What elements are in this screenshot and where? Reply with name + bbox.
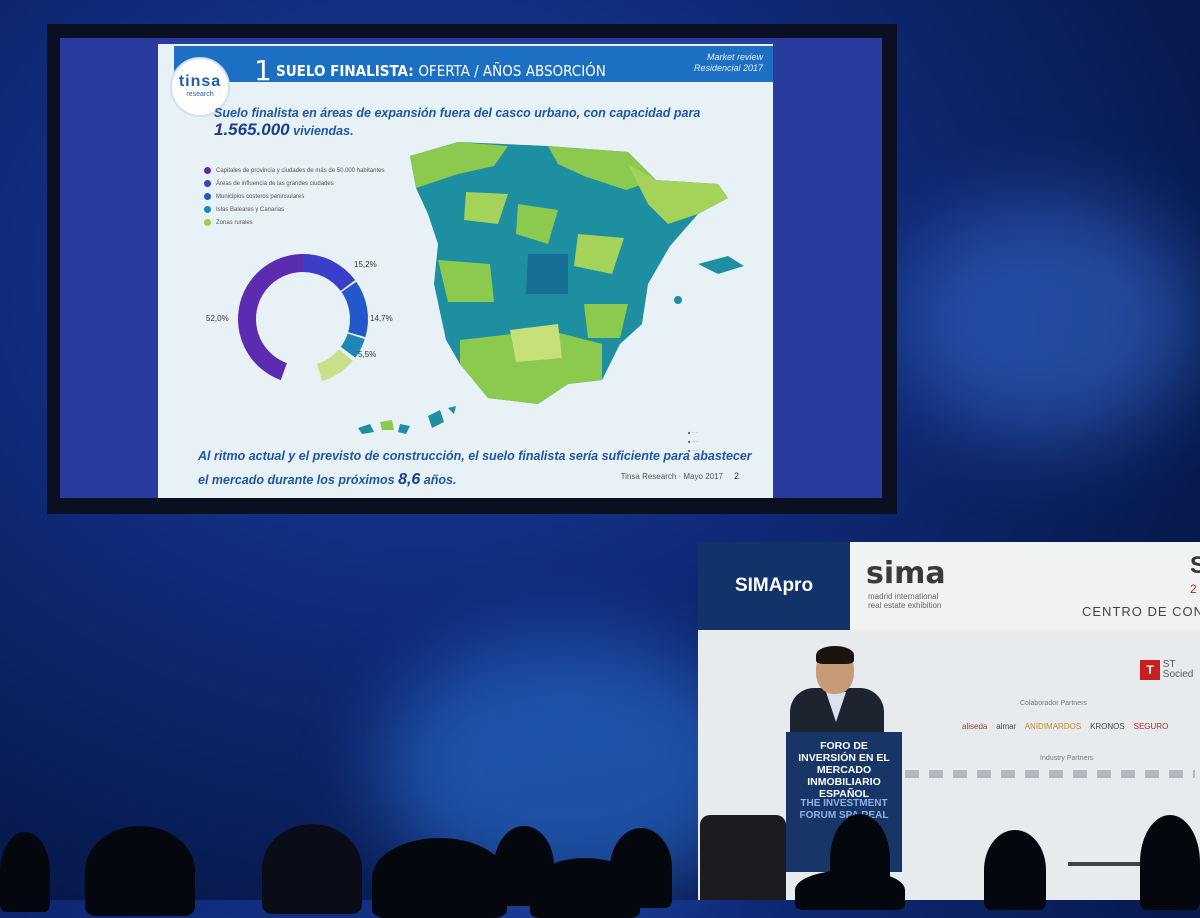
subtitle-end: viviendas. — [289, 124, 354, 138]
spain-map — [410, 142, 744, 404]
collab-partners-title: Colaborador Partners — [1020, 700, 1087, 707]
slide-page-number: 2 — [733, 471, 739, 481]
audience-head — [984, 830, 1046, 910]
legend-item: Capitales de provincia y ciudades de más… — [204, 164, 384, 177]
legend-swatch — [204, 206, 211, 213]
legend-item: Áreas de influencia de las grandes ciuda… — [204, 177, 384, 190]
donut-label-d: 5,5% — [358, 350, 377, 359]
conclusion-figure: 8,6 — [398, 471, 421, 488]
partner-logo: aliseda — [962, 722, 988, 731]
presentation-slide: tinsa research 1 SUELO FINALISTA: OFERTA… — [158, 44, 773, 498]
slide-title: SUELO FINALISTA: OFERTA / AÑOS ABSORCIÓN — [276, 62, 606, 80]
balearic-islands — [698, 256, 744, 274]
st-text2: Socied — [1162, 669, 1194, 680]
donut-label-b: 15,2% — [354, 260, 377, 269]
map-legend-line: ■ ····· — [688, 430, 699, 435]
slide-title-rest: OFERTA / AÑOS ABSORCIÓN — [418, 62, 606, 80]
industry-partner-logos — [905, 770, 1195, 778]
venue-text: CENTRO DE CONVE — [1082, 604, 1200, 619]
sponsor-st: T ST Socied — [1140, 660, 1193, 680]
sima-logo: sima — [866, 556, 946, 591]
audience-head — [610, 828, 672, 908]
partner-logo: SEGURO — [1133, 722, 1169, 731]
canary-islands-map — [358, 406, 456, 434]
legend-label: Islas Baleares y Canarias — [216, 206, 285, 213]
region-patch — [510, 324, 562, 362]
slide-title-main: SUELO FINALISTA: — [276, 62, 414, 80]
audience-shoulders — [795, 870, 905, 910]
market-review-line1: Market review — [706, 52, 763, 62]
partner-logo: ANIDIMARDOS — [1024, 722, 1082, 731]
wall-light-glow — [900, 200, 1200, 440]
sima-tagline-line1: madrid international — [868, 592, 939, 601]
logo-subtext: research — [186, 91, 214, 98]
sima-logo-text: sima — [866, 556, 946, 591]
audience-head — [1140, 815, 1200, 910]
section-number: 1 — [254, 54, 272, 87]
subtitle-text: Suelo finalista en áreas de expansión fu… — [214, 106, 701, 120]
partner-logo: almar — [996, 722, 1017, 731]
speaker-hair — [816, 646, 854, 664]
corner-letter: S — [1190, 552, 1200, 579]
conclusion-end: años. — [420, 473, 457, 487]
donut-label-c: 14,7% — [370, 314, 393, 323]
corner-year: 2 — [1190, 582, 1197, 596]
sima-tagline: madrid international real estate exhibit… — [868, 592, 941, 610]
legend-label: Zonas rurales — [216, 219, 253, 226]
podium-title-en: THE INVESTMENT FORUM SPA REAL — [799, 798, 889, 821]
slide-conclusion: Al ritmo actual y el previsto de constru… — [198, 444, 752, 492]
market-review-line2: Residencial 2017 — [693, 63, 763, 73]
audience-head — [0, 832, 50, 912]
audience-head — [85, 826, 195, 916]
ibiza-island — [674, 296, 682, 304]
sima-tagline-line2: real estate exhibition — [868, 601, 942, 610]
conclusion-line1: Al ritmo actual y el previsto de constru… — [198, 449, 752, 463]
legend-label: Capitales de provincia y ciudades de más… — [216, 167, 385, 174]
slide-footer: Tinsa Research · Mayo 2017 — [620, 472, 723, 481]
region-patch — [526, 254, 568, 294]
legend-item: Zonas rurales — [204, 216, 384, 229]
donut-legend: Capitales de provincia y ciudades de más… — [204, 164, 384, 229]
audience-head — [262, 824, 362, 914]
conclusion-text: el mercado durante los próximos — [198, 473, 399, 487]
legend-swatch — [204, 193, 211, 200]
stage-chair — [700, 815, 786, 900]
legend-label: Municipios costeros peninsulares — [216, 193, 305, 200]
st-logo-box: T — [1140, 660, 1160, 680]
logo-text: tinsa — [178, 73, 222, 90]
simapro-banner: SIMApro — [698, 542, 850, 630]
stage-table — [1068, 862, 1148, 866]
industry-partners-title: Industry Partners — [1040, 755, 1094, 762]
audience-head — [372, 838, 507, 918]
collab-partners-logos: aliseda almar ANIDIMARDOS KRONOS SEGURO — [962, 722, 1168, 731]
partner-logo: KRONOS — [1090, 722, 1125, 731]
legend-label: Áreas de influencia de las grandes ciuda… — [216, 180, 334, 187]
legend-item: Municipios costeros peninsulares — [204, 190, 384, 203]
donut-label-a: 52,0% — [206, 314, 229, 323]
market-review-label: Market review Residencial 2017 — [694, 52, 763, 74]
sima-banner: sima madrid international real estate ex… — [850, 542, 1200, 630]
subtitle-figure: 1.565.000 — [214, 120, 290, 139]
legend-swatch — [204, 167, 211, 174]
podium-title-es: FORO DE INVERSIÓN EN EL MERCADO INMOBILI… — [798, 740, 890, 800]
legend-swatch — [204, 180, 211, 187]
legend-item: Islas Baleares y Canarias — [204, 203, 384, 216]
legend-swatch — [204, 219, 211, 226]
